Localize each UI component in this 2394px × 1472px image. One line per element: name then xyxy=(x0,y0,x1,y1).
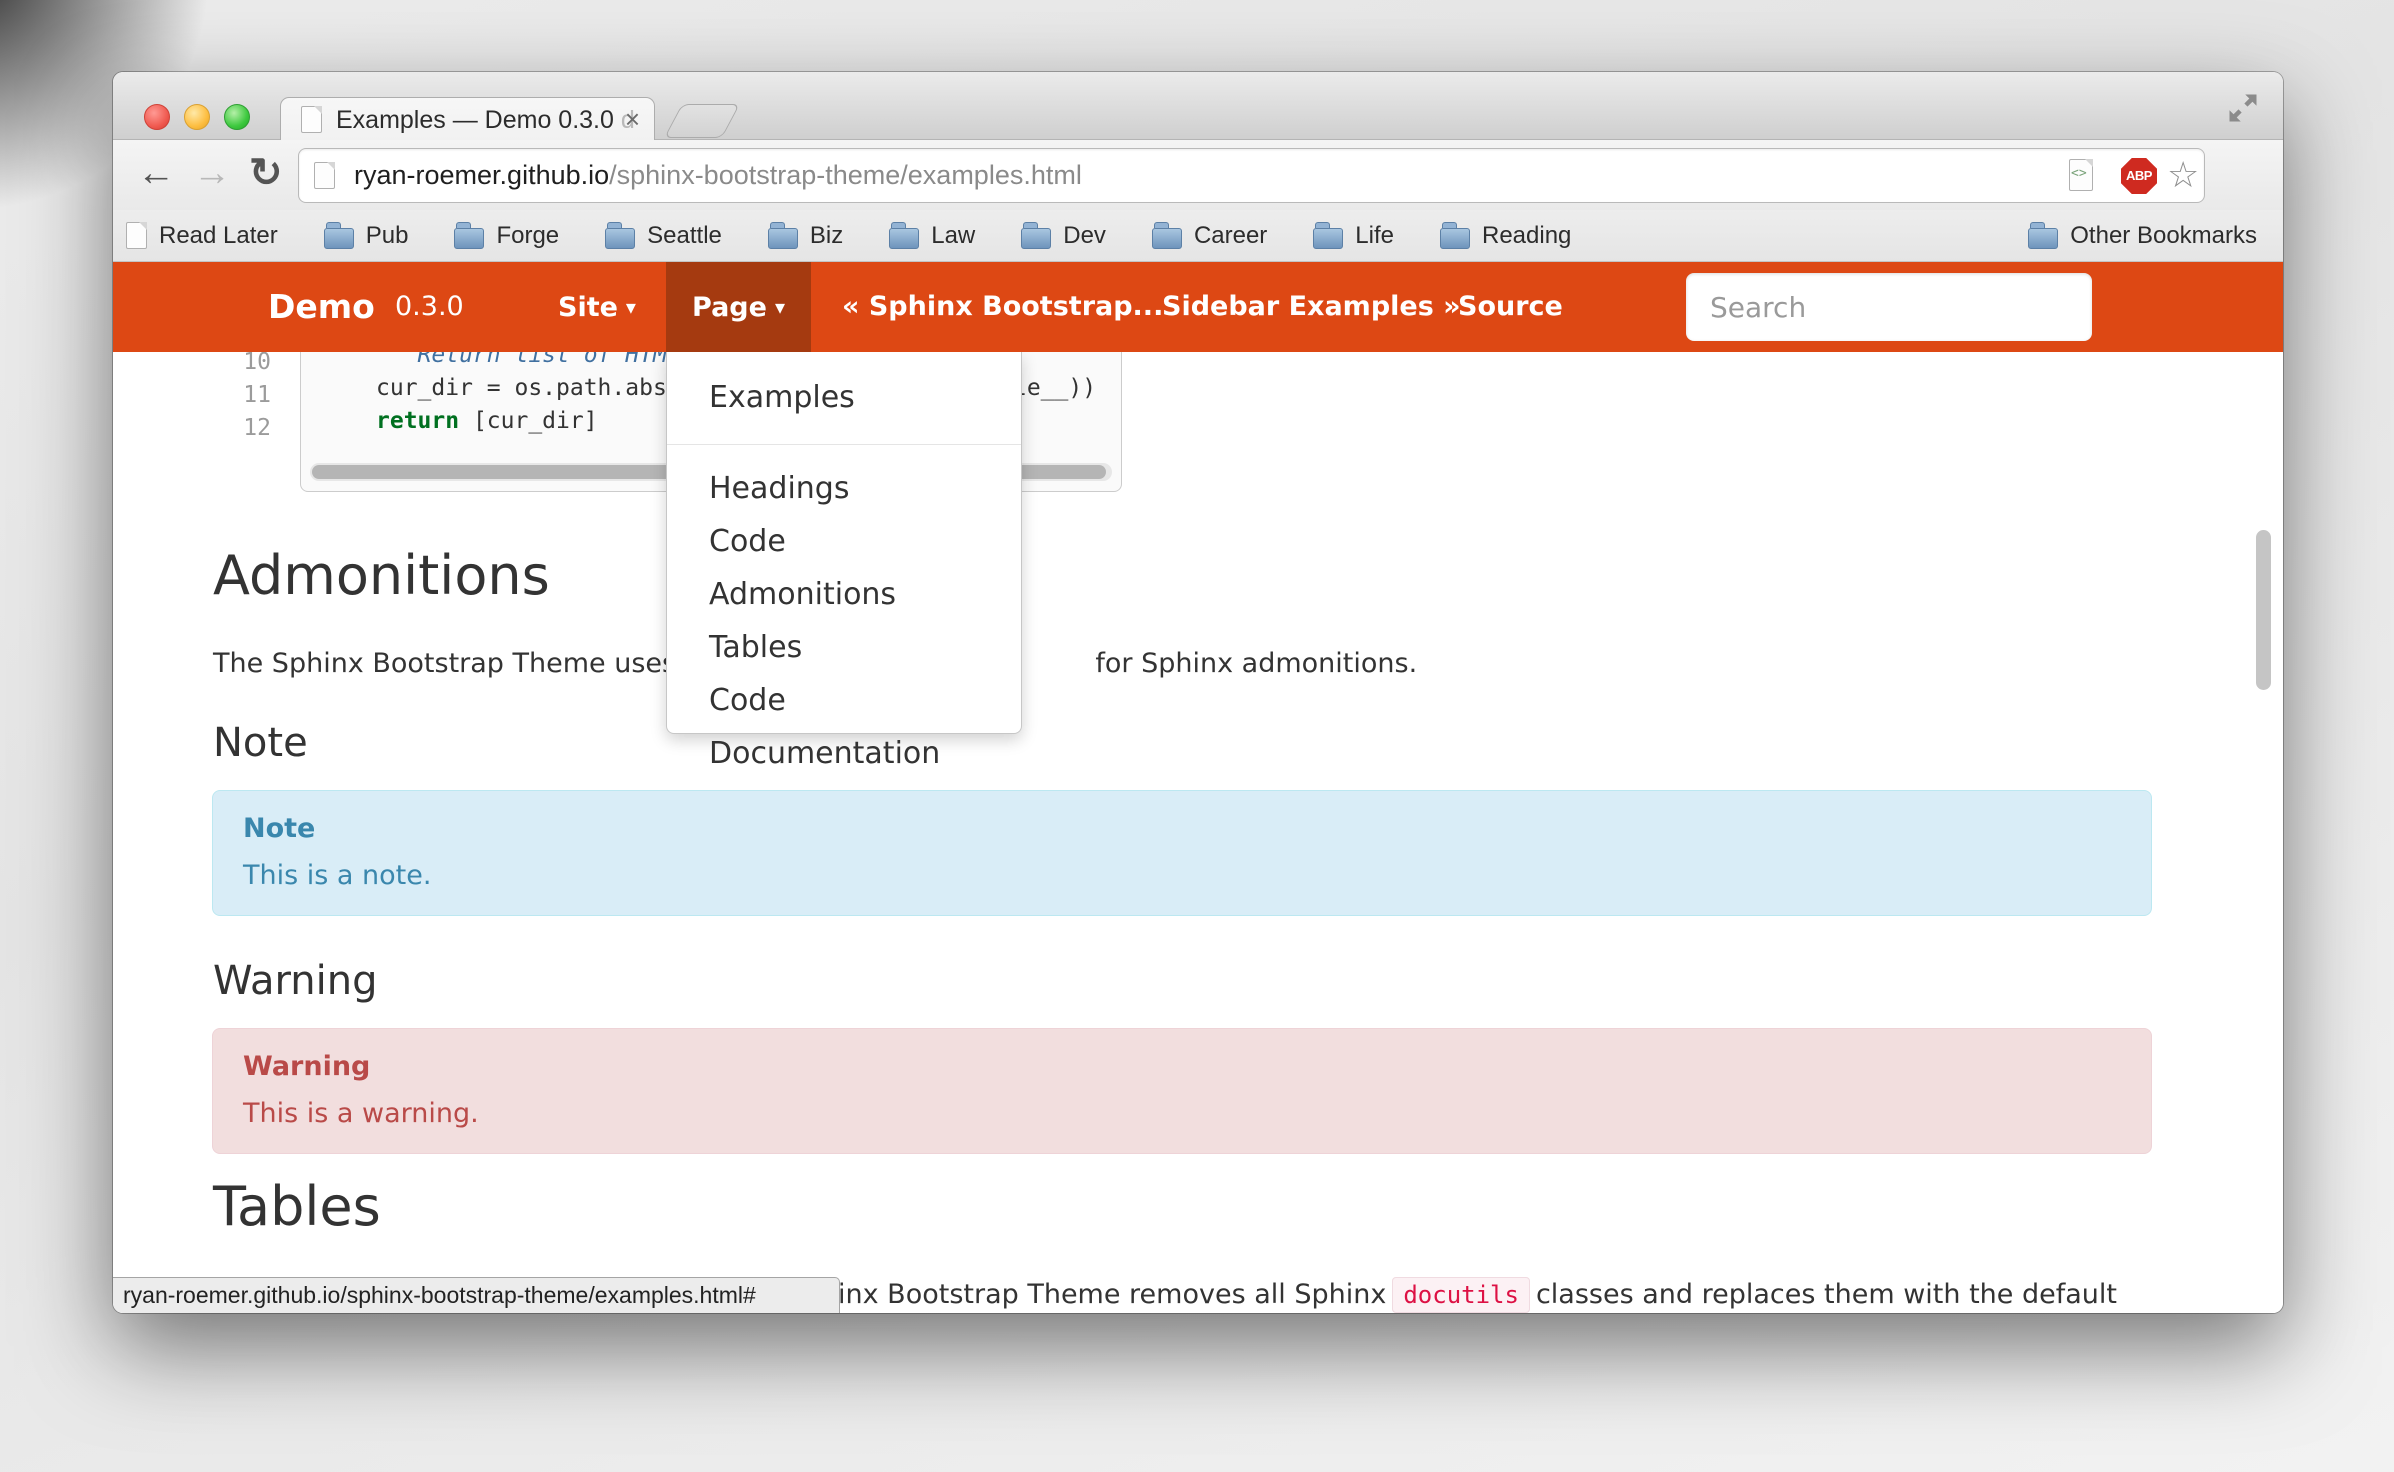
bookmark-folder-seattle[interactable]: Seattle xyxy=(605,222,722,250)
chevron-down-icon: ▾ xyxy=(775,295,785,319)
url-text: ryan-roemer.github.io/sphinx-bootstrap-t… xyxy=(354,160,1082,191)
browser-window: Examples — Demo 0.3.0 d × ← → ↻ ryan-roe… xyxy=(113,72,2283,1313)
navbar-prev-link[interactable]: « Sphinx Bootstrap... xyxy=(842,262,1163,352)
zoom-window-button[interactable] xyxy=(224,104,250,130)
tab-title: Examples — Demo 0.3.0 d xyxy=(336,106,635,135)
bookmark-page-icon xyxy=(126,222,147,249)
note-heading: Note xyxy=(213,720,308,766)
warning-heading: Warning xyxy=(213,958,377,1004)
navbar-brand[interactable]: Demo xyxy=(268,262,375,352)
page-content: 10 11 12 """Return list of HTML theme pa… xyxy=(113,352,2283,1313)
navbar-site-menu[interactable]: Site▾ xyxy=(558,262,636,352)
bookmark-folder-law[interactable]: Law xyxy=(889,222,975,250)
close-window-button[interactable] xyxy=(144,104,170,130)
bookmark-folder-reading[interactable]: Reading xyxy=(1440,222,1571,250)
page-scrollbar-thumb[interactable] xyxy=(2256,530,2271,690)
minimize-window-button[interactable] xyxy=(184,104,210,130)
tab-close-icon[interactable]: × xyxy=(625,104,640,135)
forward-button[interactable]: → xyxy=(193,140,231,210)
bookmark-folder-life[interactable]: Life xyxy=(1313,222,1394,250)
dropdown-item-headings[interactable]: Headings xyxy=(667,462,1021,515)
tables-paragraph: inx Bootstrap Theme removes all Sphinxdo… xyxy=(838,1279,2117,1310)
folder-icon xyxy=(1152,228,1182,249)
navbar-source-link[interactable]: Source xyxy=(1458,262,1563,352)
folder-icon xyxy=(1021,228,1051,249)
navbar-page-menu[interactable]: Page▾ xyxy=(666,262,811,352)
code-line-12: return [cur_dir] xyxy=(376,405,598,438)
address-bar[interactable]: ryan-roemer.github.io/sphinx-bootstrap-t… xyxy=(298,148,2205,203)
folder-icon xyxy=(1440,228,1470,249)
note-box-title: Note xyxy=(243,813,2121,844)
tables-heading: Tables xyxy=(213,1175,381,1238)
code-line-number: 10 xyxy=(221,352,271,379)
dropdown-divider xyxy=(667,444,1021,445)
other-bookmarks-folder[interactable]: Other Bookmarks xyxy=(2028,222,2257,250)
dropdown-item-tables[interactable]: Tables xyxy=(667,621,1021,674)
folder-icon xyxy=(889,228,919,249)
code-line-number: 12 xyxy=(221,412,271,445)
bookmark-star-icon[interactable]: ☆ xyxy=(2167,157,2199,193)
chevron-down-icon: ▾ xyxy=(626,295,636,319)
folder-icon xyxy=(454,228,484,249)
browser-toolbar: ← → ↻ ryan-roemer.github.io/sphinx-boots… xyxy=(113,140,2283,210)
bookmark-folder-forge[interactable]: Forge xyxy=(454,222,559,250)
title-bar: Examples — Demo 0.3.0 d × xyxy=(113,72,2283,140)
new-tab-button[interactable] xyxy=(664,104,740,138)
note-box-body: This is a note. xyxy=(243,860,431,891)
navbar-next-link[interactable]: Sidebar Examples » xyxy=(1162,262,1461,352)
bookmark-folder-pub[interactable]: Pub xyxy=(324,222,409,250)
docutils-code-span: docutils xyxy=(1392,1277,1530,1313)
warning-box-body: This is a warning. xyxy=(243,1098,479,1129)
folder-icon xyxy=(324,228,354,249)
page-security-icon xyxy=(314,162,335,189)
note-admonition-box: Note This is a note. xyxy=(212,790,2152,916)
back-button[interactable]: ← xyxy=(137,140,175,210)
adblock-plus-icon[interactable]: ABP xyxy=(2121,158,2157,194)
browser-tab[interactable]: Examples — Demo 0.3.0 d × xyxy=(280,97,655,141)
code-line-number: 11 xyxy=(221,379,271,412)
bookmarks-bar: Read Later Pub Forge Seattle Biz Law Dev xyxy=(113,210,2283,262)
bookmark-read-later[interactable]: Read Later xyxy=(126,222,278,250)
dropdown-item-code[interactable]: Code xyxy=(667,515,1021,568)
admonitions-heading: Admonitions xyxy=(213,544,550,607)
folder-icon xyxy=(1313,228,1343,249)
navbar-version: 0.3.0 xyxy=(395,262,464,352)
dropdown-item-examples[interactable]: Examples xyxy=(667,352,1021,444)
bookmark-folder-career[interactable]: Career xyxy=(1152,222,1267,250)
view-source-extension-icon[interactable]: <> xyxy=(2069,159,2093,191)
page-dropdown-menu: Examples Headings Code Admonitions Table… xyxy=(666,352,1022,734)
bookmark-folder-biz[interactable]: Biz xyxy=(768,222,843,250)
tab-favicon xyxy=(301,106,322,133)
folder-icon xyxy=(605,228,635,249)
bookmark-folder-dev[interactable]: Dev xyxy=(1021,222,1106,250)
dropdown-item-code-documentation[interactable]: Code Documentation xyxy=(667,674,1021,727)
search-input[interactable] xyxy=(1686,273,2092,341)
warning-admonition-box: Warning This is a warning. xyxy=(212,1028,2152,1154)
status-url-tooltip: ryan-roemer.github.io/sphinx-bootstrap-t… xyxy=(113,1277,840,1313)
site-navbar: Demo 0.3.0 Site▾ Page▾ « Sphinx Bootstra… xyxy=(113,262,2283,352)
folder-icon xyxy=(768,228,798,249)
reload-button[interactable]: ↻ xyxy=(249,140,283,210)
fullscreen-icon[interactable] xyxy=(2225,90,2261,126)
folder-icon xyxy=(2028,228,2058,249)
warning-box-title: Warning xyxy=(243,1051,2121,1082)
dropdown-item-admonitions[interactable]: Admonitions xyxy=(667,568,1021,621)
